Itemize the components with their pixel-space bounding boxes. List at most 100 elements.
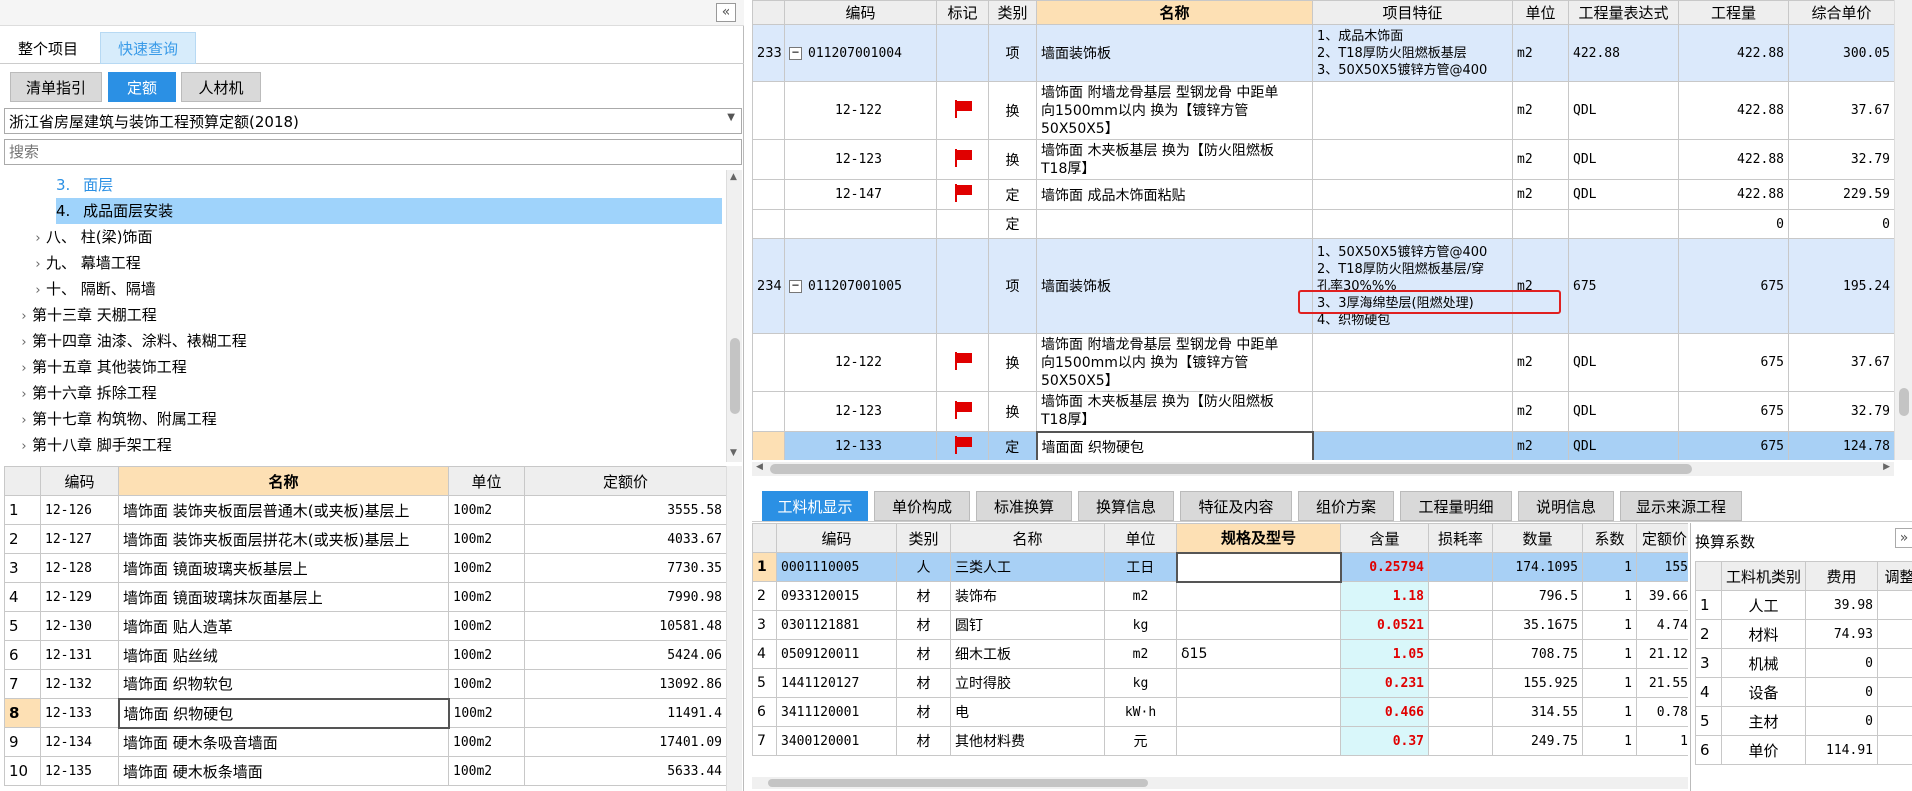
- cell-expr[interactable]: 422.88: [1568, 24, 1679, 82]
- cell-loss[interactable]: [1428, 610, 1493, 640]
- chevron-right-icon[interactable]: ›: [30, 252, 46, 278]
- cell-adj[interactable]: [1877, 648, 1912, 678]
- cell-qty[interactable]: 0: [1678, 209, 1789, 239]
- cell-loss[interactable]: [1428, 668, 1493, 698]
- cell-name[interactable]: 墙饰面 木夹板基层 换为【防火阻燃板 T18厚】: [1036, 391, 1313, 432]
- tab-labor-material-display[interactable]: 工料机显示: [762, 491, 868, 521]
- cell-name[interactable]: 墙面面 织物硬包: [1035, 430, 1314, 460]
- tab-quantity-detail[interactable]: 工程量明细: [1400, 491, 1512, 521]
- col-header-name[interactable]: 名称: [1036, 0, 1313, 25]
- cell-feature[interactable]: [1312, 391, 1513, 432]
- cell-spec[interactable]: [1176, 581, 1341, 611]
- coef-row[interactable]: 1 人工 39.98: [1695, 590, 1912, 620]
- cell-price[interactable]: 5424.06: [524, 640, 726, 670]
- cell-content[interactable]: 1.05: [1340, 639, 1429, 669]
- cell-code[interactable]: 12-127: [40, 524, 119, 554]
- cell-unit[interactable]: 工日: [1104, 552, 1177, 582]
- col-header-code[interactable]: 编码: [40, 466, 119, 496]
- cell-fee[interactable]: 114.91: [1805, 735, 1878, 765]
- cell-unit[interactable]: m2: [1512, 238, 1569, 334]
- cell-name[interactable]: 墙饰面 镜面玻璃夹板基层上: [118, 553, 449, 583]
- cell-qty[interactable]: 675: [1678, 333, 1789, 392]
- cell-expr[interactable]: QDL: [1568, 431, 1679, 460]
- cell-unit[interactable]: m2: [1512, 391, 1569, 432]
- cell-price[interactable]: 21.12: [1636, 639, 1688, 669]
- bill-row-quota[interactable]: 12-123 换 墙饰面 木夹板基层 换为【防火阻燃板 T18厚】 m2 QDL…: [752, 139, 1894, 180]
- table-row-selected[interactable]: 8 12-133 墙饰面 织物硬包 100m2 11491.4: [4, 697, 726, 729]
- cell-mark[interactable]: [936, 391, 989, 432]
- tree-item[interactable]: › 第十三章 天棚工程: [16, 302, 156, 328]
- cell-code[interactable]: 12-135: [40, 756, 119, 786]
- cell-content[interactable]: 0.0521: [1340, 610, 1429, 640]
- cell-mark[interactable]: [936, 238, 989, 334]
- cell-kind[interactable]: 机械: [1721, 648, 1806, 678]
- cell-content[interactable]: 0.25794: [1340, 552, 1429, 582]
- cell-code[interactable]: 12-133: [784, 431, 937, 460]
- cell-name[interactable]: 其他材料费: [950, 726, 1105, 756]
- cell-adj[interactable]: [1877, 590, 1912, 620]
- chevron-right-icon[interactable]: ›: [30, 278, 46, 304]
- cell-name[interactable]: 三类人工: [950, 552, 1105, 582]
- cell-expr[interactable]: [1568, 209, 1679, 239]
- cell-mark[interactable]: [936, 431, 989, 460]
- tree-scrollbar[interactable]: ▲ ▼: [726, 170, 742, 462]
- scroll-down-icon[interactable]: ▼: [730, 448, 737, 458]
- cell-qty[interactable]: 422.88: [1678, 179, 1789, 210]
- col-header-expr[interactable]: 工程量表达式: [1568, 0, 1679, 25]
- search-input[interactable]: [4, 139, 742, 165]
- cell-code[interactable]: 12-147: [784, 179, 937, 210]
- cell-qty[interactable]: 314.55: [1492, 697, 1583, 727]
- cell-unit[interactable]: 100m2: [448, 553, 525, 583]
- cell-unit[interactable]: 100m2: [448, 640, 525, 670]
- cell-type[interactable]: 材: [896, 668, 951, 698]
- cell-coef[interactable]: 1: [1582, 552, 1637, 582]
- cell-spec[interactable]: [1176, 726, 1341, 756]
- col-header-type[interactable]: 类别: [896, 523, 951, 553]
- tab-labor-material[interactable]: 人材机: [181, 72, 261, 102]
- col-header-type[interactable]: 类别: [988, 0, 1037, 25]
- bill-row-project[interactable]: 234 −011207001005 项 墙面装饰板 1、50X50X5镀锌方管@…: [752, 238, 1894, 334]
- cell-unit[interactable]: m2: [1512, 139, 1569, 180]
- cell-fee[interactable]: 0: [1805, 677, 1878, 707]
- scroll-left-icon[interactable]: ◀: [756, 462, 763, 472]
- cell-name[interactable]: 墙饰面 贴丝绒: [118, 640, 449, 670]
- cell-mark[interactable]: [936, 24, 989, 82]
- cell-kind[interactable]: 人工: [1721, 590, 1806, 620]
- cell-type[interactable]: 材: [896, 726, 951, 756]
- cell-name[interactable]: 墙饰面 附墙龙骨基层 型钢龙骨 中距单 向1500mm以内 换为【镀锌方管 50…: [1036, 333, 1313, 392]
- cell-unit[interactable]: kg: [1104, 668, 1177, 698]
- cell-fee[interactable]: 74.93: [1805, 619, 1878, 649]
- cell-type[interactable]: 换: [988, 139, 1037, 180]
- tree-item[interactable]: › 八、 柱(梁)饰面: [30, 224, 152, 250]
- cell-coef[interactable]: 1: [1582, 581, 1637, 611]
- cell-coef[interactable]: 1: [1582, 610, 1637, 640]
- cell-price[interactable]: 7990.98: [524, 582, 726, 612]
- tree-item[interactable]: › 第十七章 构筑物、附属工程: [16, 406, 216, 432]
- cell-price[interactable]: 0.78: [1636, 697, 1688, 727]
- cell-qty[interactable]: 422.88: [1678, 81, 1789, 140]
- bill-row-quota[interactable]: 12-147 定 墙饰面 成品木饰面粘贴 m2 QDL 422.88 229.5…: [752, 179, 1894, 210]
- cell-loss[interactable]: [1428, 581, 1493, 611]
- cell-type[interactable]: 定: [988, 179, 1037, 210]
- tree-item[interactable]: › 九、 幕墙工程: [30, 250, 140, 278]
- col-header-price[interactable]: 定额价: [1636, 523, 1688, 553]
- cell-code[interactable]: 3411120001: [776, 697, 897, 727]
- resource-row[interactable]: 3 0301121881 材 圆钉 kg 0.0521 35.1675 1 4.…: [752, 610, 1688, 640]
- cell-fee[interactable]: 0: [1805, 706, 1878, 736]
- cell-name[interactable]: [1036, 209, 1313, 239]
- cell-price[interactable]: 229.59: [1788, 179, 1894, 210]
- cell-feature[interactable]: [1312, 81, 1513, 140]
- cell-coef[interactable]: 1: [1582, 726, 1637, 756]
- bill-row-project[interactable]: 233 −011207001004 项 墙面装饰板 1、成品木饰面 2、T18厚…: [752, 24, 1894, 82]
- cell-type[interactable]: 换: [988, 333, 1037, 392]
- cell-name[interactable]: 墙饰面 硬木条吸音墙面: [118, 727, 449, 757]
- cell-qty[interactable]: 155.925: [1492, 668, 1583, 698]
- resource-table-hscrollbar[interactable]: [752, 777, 1688, 789]
- cell-type[interactable]: 项: [988, 24, 1037, 82]
- cell-code[interactable]: 12-128: [40, 553, 119, 583]
- bill-table-hscrollbar[interactable]: ◀ ▶: [752, 462, 1894, 476]
- scroll-up-icon[interactable]: ▲: [730, 172, 737, 182]
- cell-unit[interactable]: 100m2: [448, 669, 525, 699]
- cell-expr[interactable]: QDL: [1568, 139, 1679, 180]
- cell-unit[interactable]: [1512, 209, 1569, 239]
